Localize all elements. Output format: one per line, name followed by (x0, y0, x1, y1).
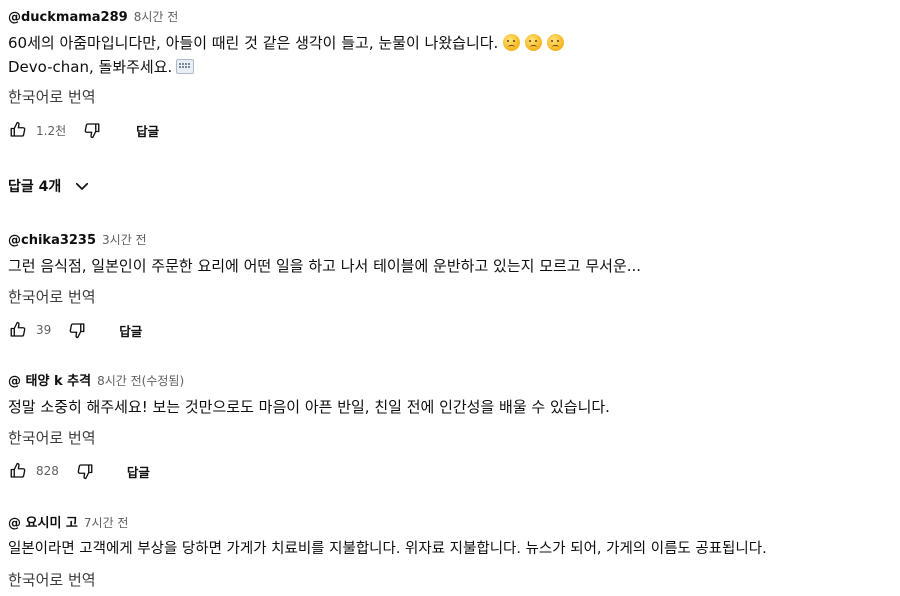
sad-face-emoji-icon (503, 34, 521, 51)
comment-header: @ 요시미 고 7시간 전 (8, 512, 128, 531)
comment-text: 그런 음식점, 일본인이 주문한 요리에 어떤 일을 하고 나서 테이블에 운반… (8, 257, 642, 275)
thumbs-down-icon[interactable] (75, 461, 95, 481)
thumbs-down-icon[interactable] (67, 320, 87, 340)
comment-time[interactable]: 8시간 전(수정됨) (97, 374, 184, 388)
thumbs-up-icon[interactable] (8, 320, 28, 340)
comment-text: 정말 소중히 해주세요! 보는 것만으로도 마음이 아픈 반일, 친일 전에 인… (8, 398, 610, 416)
replies-toggle[interactable]: 답글 4개 (8, 176, 91, 196)
comment-author[interactable]: @chika3235 (8, 233, 96, 248)
sad-face-emoji-icon (547, 34, 565, 51)
keyboard-emoji-icon (176, 59, 195, 74)
comment-time[interactable]: 3시간 전 (102, 233, 147, 247)
comment-text-line: 60세의 아줌마입니다만, 아들이 때린 것 같은 생각이 들고, 눈물이 나왔… (8, 34, 499, 52)
comment-time[interactable]: 7시간 전 (84, 516, 129, 530)
comment-actions: 828 답글 (8, 459, 150, 483)
comment-header: @ 태양 k 추격 8시간 전(수정됨) (8, 370, 184, 389)
like-count: 39 (36, 323, 52, 337)
comment-author[interactable]: @ 요시미 고 (8, 516, 78, 531)
comment-text: 일본이라면 고객에게 부상을 당하면 가게가 치료비를 지불합니다. 위자료 지… (8, 541, 767, 557)
reply-button[interactable]: 답글 (127, 462, 150, 481)
comment-author[interactable]: @ 태양 k 추격 (8, 374, 91, 389)
comment-actions: 1.2천 답글 (8, 118, 159, 142)
comment-header: @duckmama289 8시간 전 (8, 6, 178, 25)
chevron-down-icon (73, 177, 91, 195)
comment-author[interactable]: @duckmama289 (8, 10, 128, 25)
translate-link[interactable]: 한국어로 번역 (8, 86, 96, 107)
translate-link[interactable]: 한국어로 번역 (8, 569, 96, 590)
replies-toggle-label: 답글 4개 (8, 179, 62, 195)
translate-link[interactable]: 한국어로 번역 (8, 427, 96, 448)
reply-button[interactable]: 답글 (119, 321, 142, 340)
translate-link[interactable]: 한국어로 번역 (8, 286, 96, 307)
comment-text-line: Devo-chan, 돌봐주세요. (8, 58, 173, 76)
reply-button[interactable]: 답글 (136, 121, 159, 140)
comment-text: 60세의 아줌마입니다만, 아들이 때린 것 같은 생각이 들고, 눈물이 나왔… (8, 31, 565, 55)
comment-time[interactable]: 8시간 전 (134, 10, 179, 24)
comment-header: @chika3235 3시간 전 (8, 229, 147, 248)
like-count: 1.2천 (36, 123, 67, 138)
comment-text: Devo-chan, 돌봐주세요. (8, 55, 195, 79)
thumbs-down-icon[interactable] (82, 120, 102, 140)
like-count: 828 (36, 464, 59, 478)
thumbs-up-icon[interactable] (8, 461, 28, 481)
sad-face-emoji-icon (525, 34, 543, 51)
thumbs-up-icon[interactable] (8, 120, 28, 140)
comment-actions: 39 답글 (8, 318, 142, 342)
